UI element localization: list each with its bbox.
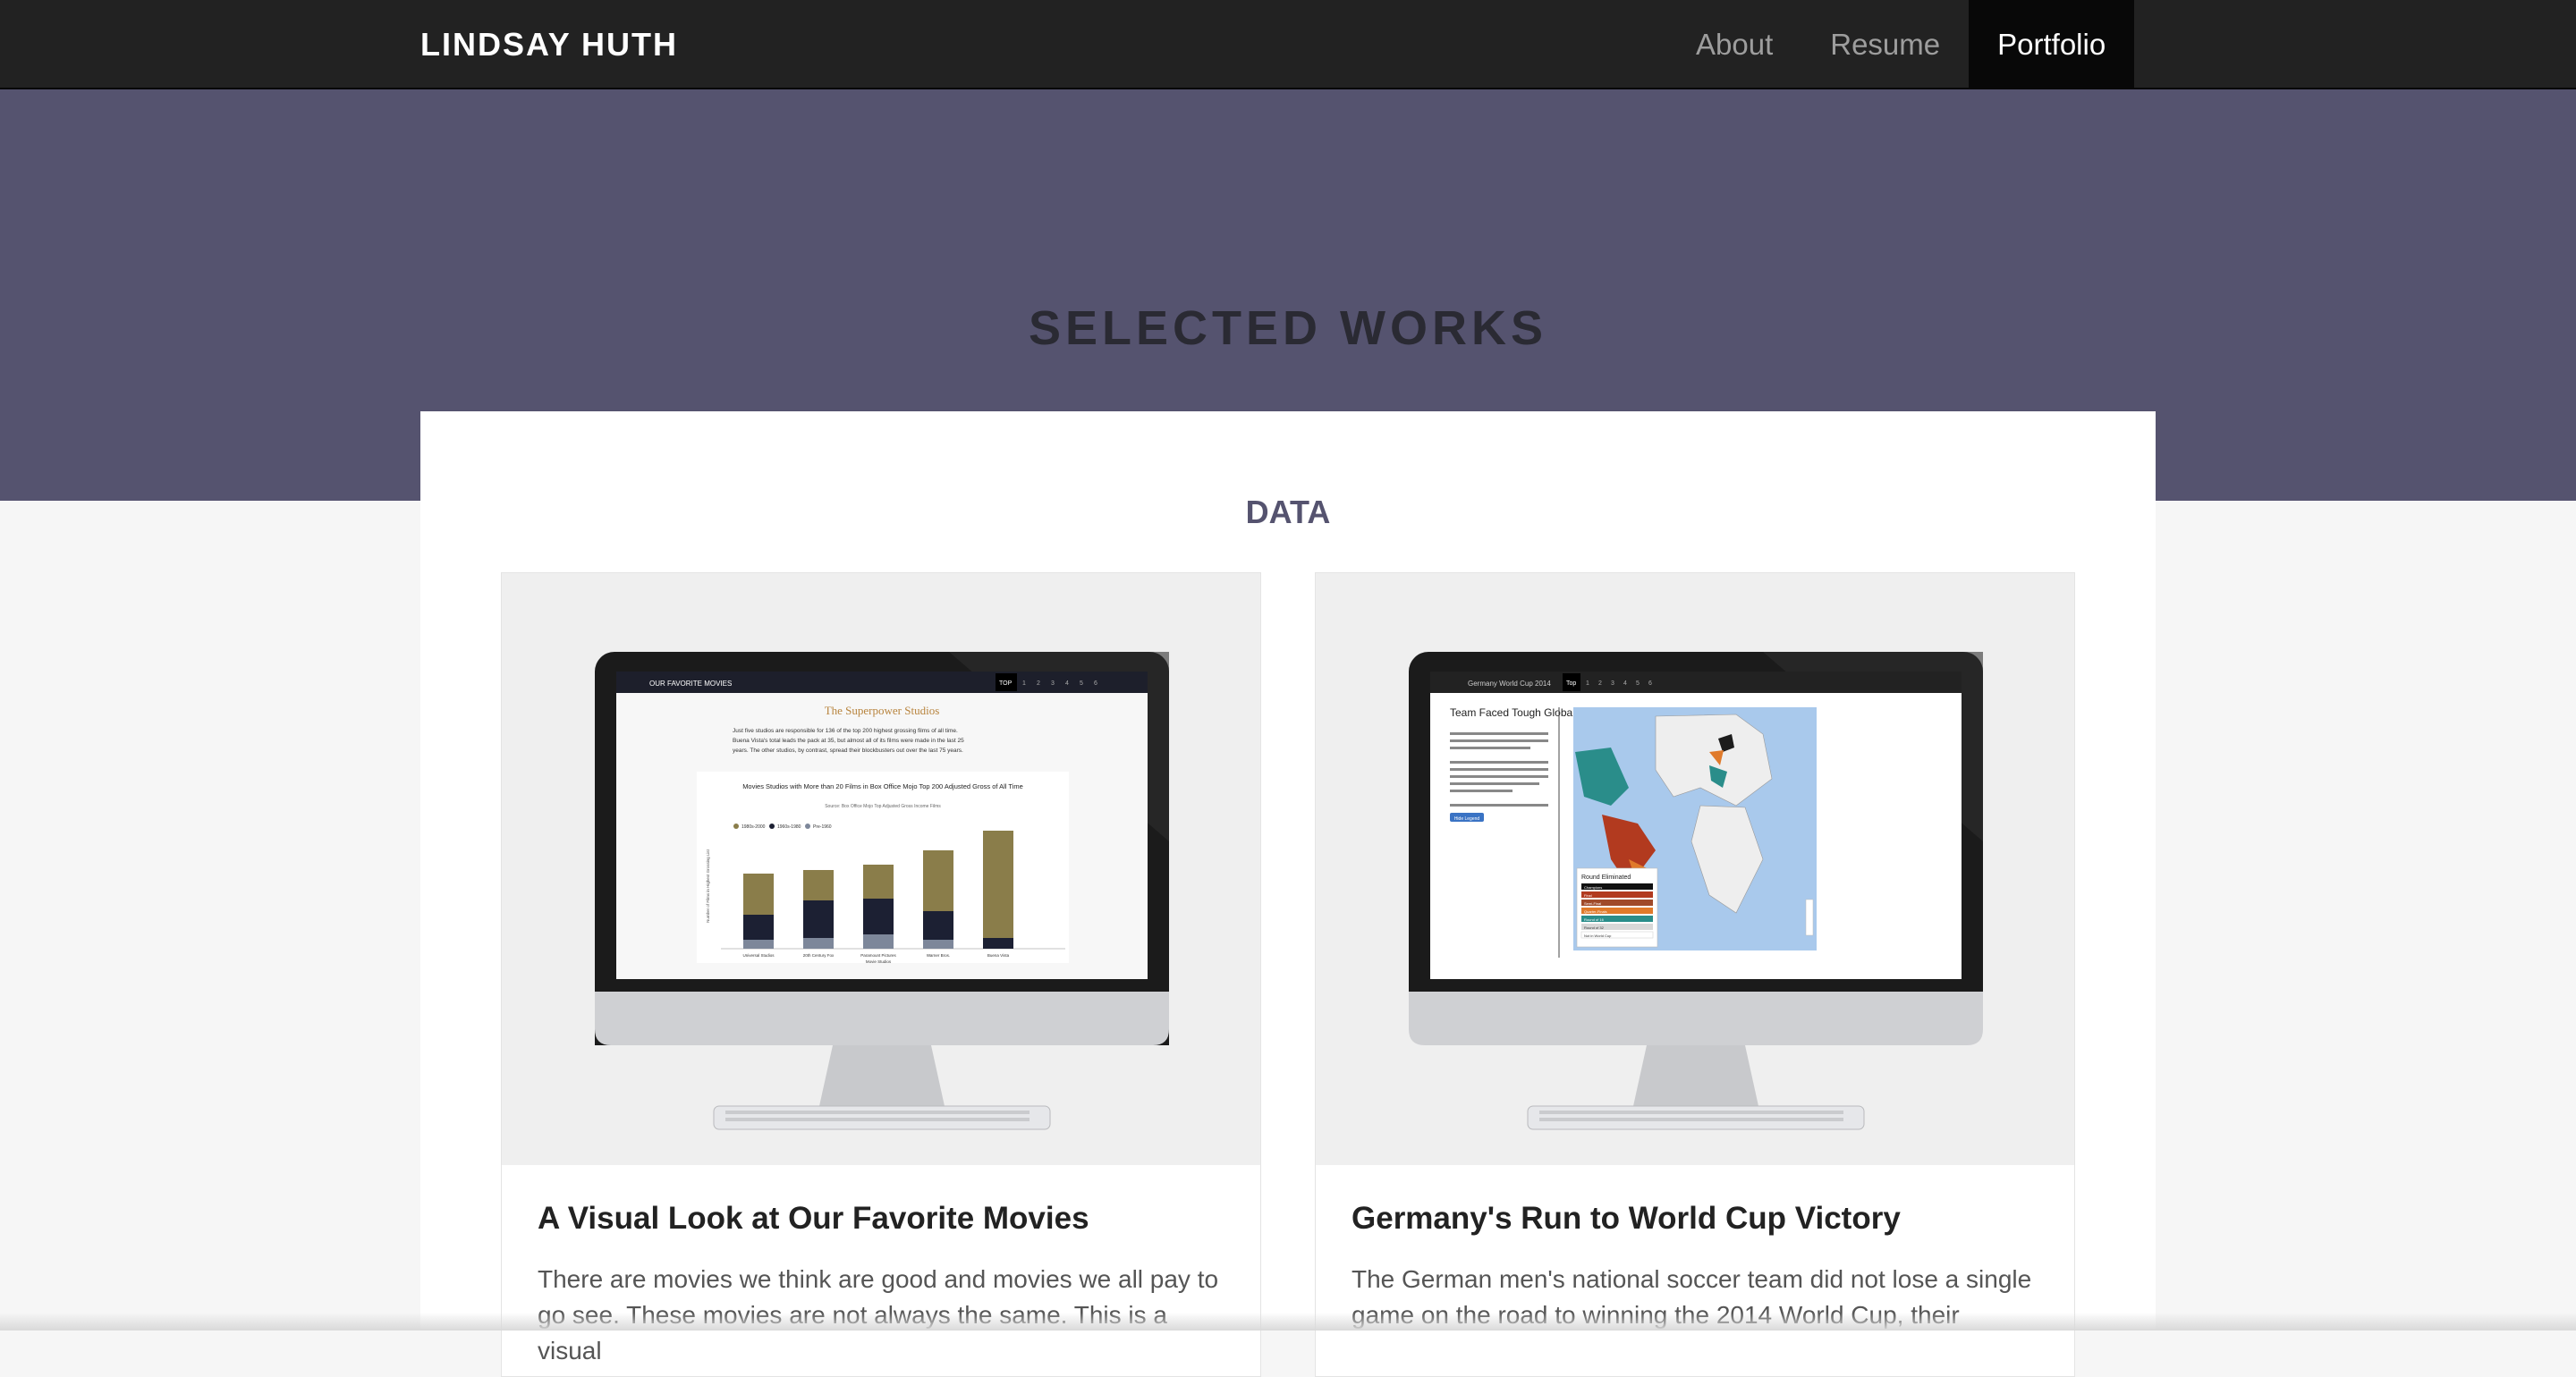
svg-text:1980s-2000: 1980s-2000 (741, 824, 766, 830)
svg-text:Final: Final (1584, 893, 1592, 898)
svg-text:6: 6 (1648, 680, 1652, 687)
navbar: LINDSAY HUTH About Resume Portfolio (0, 0, 2576, 89)
svg-text:Semi-Final: Semi-Final (1584, 901, 1601, 906)
svg-text:Pre-1960: Pre-1960 (813, 824, 832, 830)
svg-text:6: 6 (1094, 680, 1097, 687)
svg-text:Source: Box Office Mojo Top Ad: Source: Box Office Mojo Top Adjusted Gro… (825, 804, 941, 809)
svg-text:Round of 16: Round of 16 (1584, 917, 1605, 922)
svg-text:Paramount Pictures: Paramount Pictures (860, 953, 896, 958)
svg-text:5: 5 (1080, 680, 1083, 687)
screen-nav-title: OUR FAVORITE MOVIES (649, 680, 732, 688)
nav-item-portfolio[interactable]: Portfolio (1969, 0, 2135, 89)
brand-logo[interactable]: LINDSAY HUTH (420, 0, 678, 89)
work-card-world-cup[interactable]: Germany World Cup 2014 Top 1 2 3 4 5 6 T… (1315, 572, 2075, 1377)
monitor-chin (595, 992, 1169, 1045)
nav-item-resume[interactable]: Resume (1801, 0, 1969, 89)
svg-text:4: 4 (1065, 680, 1069, 687)
svg-text:Buena Vista: Buena Vista (987, 953, 1010, 958)
nav-menu: About Resume Portfolio (1667, 0, 2135, 89)
nav-item-about[interactable]: About (1667, 0, 1801, 89)
svg-text:20th Century Fox: 20th Century Fox (803, 953, 835, 958)
work-thumbnail[interactable]: Germany World Cup 2014 Top 1 2 3 4 5 6 T… (1316, 573, 2074, 1165)
page-bottom-edge (0, 1313, 2576, 1331)
svg-text:3: 3 (1611, 680, 1614, 687)
imac-mockup-world-cup: Germany World Cup 2014 Top 1 2 3 4 5 6 T… (1409, 652, 1983, 1130)
svg-text:Not in World Cup: Not in World Cup (1584, 933, 1612, 938)
screen-tab: TOP (999, 680, 1013, 687)
monitor-stand (1633, 1045, 1758, 1106)
work-title[interactable]: Germany's Run to World Cup Victory (1352, 1201, 1901, 1237)
svg-text:Universal Studios: Universal Studios (742, 953, 775, 958)
svg-text:4: 4 (1623, 680, 1627, 687)
svg-text:Buena Vista's total leads the: Buena Vista's total leads the pack at 35… (733, 738, 964, 744)
work-title[interactable]: A Visual Look at Our Favorite Movies (538, 1201, 1089, 1237)
svg-text:Number of Films in Highest Gro: Number of Films in Highest Grossing List (706, 849, 710, 923)
svg-text:Quarter-Finals: Quarter-Finals (1584, 909, 1607, 914)
svg-text:Top: Top (1566, 680, 1576, 687)
svg-text:Champions: Champions (1584, 885, 1602, 890)
screen-heading: The Superpower Studios (825, 704, 940, 717)
monitor-chin (1409, 992, 1983, 1045)
svg-text:1: 1 (1022, 680, 1026, 687)
svg-text:Warner Bros.: Warner Bros. (927, 953, 950, 958)
svg-text:Round Eliminated: Round Eliminated (1581, 874, 1631, 881)
work-thumbnail[interactable]: OUR FAVORITE MOVIES TOP 1 2 3 4 5 6 The … (502, 573, 1260, 1165)
svg-text:3: 3 (1051, 680, 1055, 687)
imac-mockup-movies: OUR FAVORITE MOVIES TOP 1 2 3 4 5 6 The … (595, 652, 1169, 1130)
work-card-movies[interactable]: OUR FAVORITE MOVIES TOP 1 2 3 4 5 6 The … (501, 572, 1261, 1377)
svg-text:2: 2 (1598, 680, 1602, 687)
svg-text:Just five studios are responsi: Just five studios are responsible for 13… (733, 728, 958, 734)
svg-text:Round of 32: Round of 32 (1584, 925, 1605, 930)
svg-text:years. The other studios, by c: years. The other studios, by contrast, s… (733, 748, 963, 754)
svg-text:1960s-1980: 1960s-1980 (777, 824, 801, 830)
svg-text:5: 5 (1636, 680, 1640, 687)
svg-text:2: 2 (1037, 680, 1040, 687)
works-container: DATA OUR FAVORITE MOVIES TOP 1 2 3 4 5 6… (420, 411, 2156, 1377)
screen-nav-title: Germany World Cup 2014 (1468, 680, 1551, 688)
svg-text:Movie Studios: Movie Studios (866, 959, 892, 964)
svg-text:Movies Studios with More than: Movies Studios with More than 20 Films i… (742, 782, 1023, 790)
svg-text:Hide Legend: Hide Legend (1454, 816, 1480, 822)
page-title: SELECTED WORKS (1028, 301, 1548, 355)
svg-text:1: 1 (1586, 680, 1589, 687)
monitor-stand (819, 1045, 945, 1106)
section-title: DATA (1245, 494, 1331, 530)
